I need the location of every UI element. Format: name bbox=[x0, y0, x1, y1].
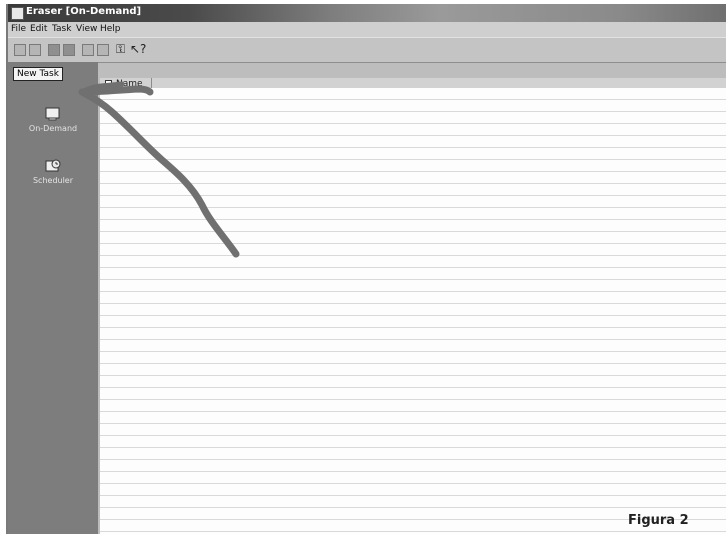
menu-task[interactable]: Task bbox=[52, 24, 71, 34]
new-task-button[interactable] bbox=[14, 44, 26, 56]
toolbar: ⚿ ↖? bbox=[8, 37, 726, 63]
sidebar-item-label: On-Demand bbox=[28, 124, 78, 133]
on-demand-icon bbox=[44, 106, 62, 122]
sidebar: On-Demand Scheduler bbox=[8, 62, 98, 534]
menu-file[interactable]: File bbox=[11, 24, 26, 34]
figure-caption: Figura 2 bbox=[628, 513, 689, 528]
run-button[interactable] bbox=[48, 44, 60, 56]
window-title: Eraser [On-Demand] bbox=[26, 6, 142, 17]
key-icon[interactable]: ⚿ bbox=[116, 42, 125, 56]
menu-help[interactable]: Help bbox=[100, 24, 121, 34]
menu-edit[interactable]: Edit bbox=[30, 24, 47, 34]
sidebar-item-label: Scheduler bbox=[32, 176, 74, 185]
menu-view[interactable]: View bbox=[76, 24, 97, 34]
sidebar-item-scheduler[interactable]: Scheduler bbox=[8, 158, 98, 185]
app-icon bbox=[11, 7, 24, 20]
title-bar[interactable]: Eraser [On-Demand] bbox=[8, 4, 726, 22]
view-log-button[interactable] bbox=[82, 44, 94, 56]
scheduler-icon bbox=[44, 158, 62, 174]
delete-button[interactable] bbox=[97, 44, 109, 56]
new-task-tooltip: New Task bbox=[13, 67, 63, 81]
run-all-button[interactable] bbox=[63, 44, 75, 56]
help-pointer-icon[interactable]: ↖? bbox=[130, 42, 146, 56]
properties-button[interactable] bbox=[29, 44, 41, 56]
sidebar-item-on-demand[interactable]: On-Demand bbox=[8, 106, 98, 133]
menu-bar: File Edit Task View Help bbox=[8, 22, 726, 37]
task-list[interactable] bbox=[100, 88, 726, 534]
app-window: Eraser [On-Demand] File Edit Task View H… bbox=[6, 4, 726, 534]
